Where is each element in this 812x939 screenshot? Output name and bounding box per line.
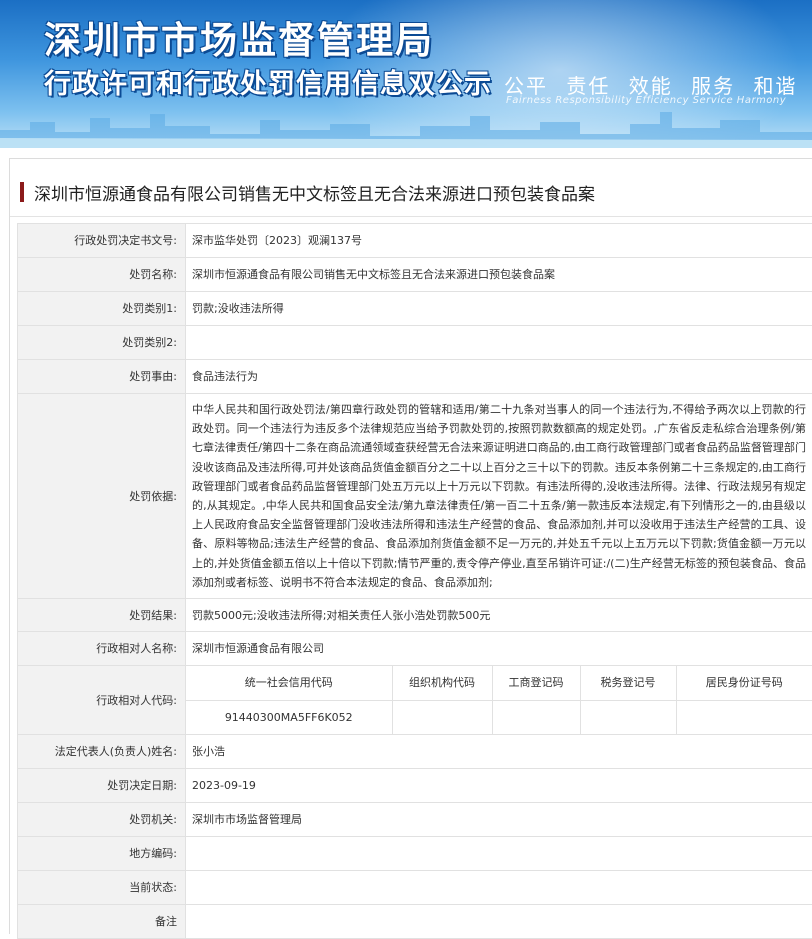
status-value — [186, 871, 812, 905]
field-label: 处罚名称: — [18, 258, 186, 292]
code-header: 居民身份证号码 — [676, 666, 812, 700]
decision-date-value: 2023-09-19 — [186, 769, 812, 803]
table-row: 处罚决定日期: 2023-09-19 — [18, 769, 812, 803]
table-row: 备注 — [18, 905, 812, 939]
party-code-table: 统一社会信用代码 组织机构代码 工商登记码 税务登记号 居民身份证号码 9144… — [186, 666, 812, 734]
case-heading: 深圳市恒源通食品有限公司销售无中文标签且无合法来源进口预包装食品案 — [20, 181, 595, 203]
field-label: 行政相对人名称: — [18, 632, 186, 666]
banner-slogan-en: Fairness Responsibility Efficiency Servi… — [506, 95, 786, 106]
content-panel: 深圳市恒源通食品有限公司销售无中文标签且无合法来源进口预包装食品案 行政处罚决定… — [9, 158, 812, 934]
category1-value: 罚款;没收违法所得 — [186, 292, 812, 326]
credit-code-value: 91440300MA5FF6K052 — [186, 700, 392, 734]
table-row: 当前状态: — [18, 871, 812, 905]
basis-value: 中华人民共和国行政处罚法/第四章行政处罚的管辖和适用/第二十九条对当事人的同一个… — [186, 394, 812, 599]
category2-value — [186, 326, 812, 360]
result-value: 罚款5000元;没收违法所得;对相关责任人张小浩处罚款500元 — [186, 599, 812, 632]
penalty-name-value: 深圳市恒源通食品有限公司销售无中文标签且无合法来源进口预包装食品案 — [186, 258, 812, 292]
code-value-row: 91440300MA5FF6K052 — [186, 700, 812, 734]
header-banner: 深圳市市场监督管理局 行政许可和行政处罚信用信息双公示 公平 责任 效能 服务 … — [0, 0, 812, 148]
table-row: 处罚名称: 深圳市恒源通食品有限公司销售无中文标签且无合法来源进口预包装食品案 — [18, 258, 812, 292]
banner-subtitle: 行政许可和行政处罚信用信息双公示 — [44, 62, 492, 101]
case-title: 深圳市恒源通食品有限公司销售无中文标签且无合法来源进口预包装食品案 — [34, 180, 595, 205]
code-header: 税务登记号 — [580, 666, 676, 700]
area-code-value — [186, 837, 812, 871]
field-label: 行政处罚决定书文号: — [18, 224, 186, 258]
table-row: 处罚类别2: — [18, 326, 812, 360]
field-label: 备注 — [18, 905, 186, 939]
city-skyline-graphic — [0, 100, 812, 148]
field-label: 行政相对人代码: — [18, 666, 186, 735]
table-row: 处罚事由: 食品违法行为 — [18, 360, 812, 394]
table-row: 处罚依据: 中华人民共和国行政处罚法/第四章行政处罚的管辖和适用/第二十九条对当… — [18, 394, 812, 599]
field-label: 处罚依据: — [18, 394, 186, 599]
table-row: 行政相对人名称: 深圳市恒源通食品有限公司 — [18, 632, 812, 666]
field-label: 处罚结果: — [18, 599, 186, 632]
banner-title: 深圳市市场监督管理局 — [44, 10, 434, 64]
id-number-value — [676, 700, 812, 734]
reason-value: 食品违法行为 — [186, 360, 812, 394]
field-label: 地方编码: — [18, 837, 186, 871]
table-row: 处罚结果: 罚款5000元;没收违法所得;对相关责任人张小浩处罚款500元 — [18, 599, 812, 632]
field-label: 处罚类别2: — [18, 326, 186, 360]
field-label: 处罚决定日期: — [18, 769, 186, 803]
code-header-row: 统一社会信用代码 组织机构代码 工商登记码 税务登记号 居民身份证号码 — [186, 666, 812, 700]
party-name-value: 深圳市恒源通食品有限公司 — [186, 632, 812, 666]
legal-rep-value: 张小浩 — [186, 735, 812, 769]
penalty-info-table: 行政处罚决定书文号: 深市监华处罚〔2023〕观澜137号 处罚名称: 深圳市恒… — [17, 223, 812, 939]
decision-number-value: 深市监华处罚〔2023〕观澜137号 — [186, 224, 812, 258]
code-header: 统一社会信用代码 — [186, 666, 392, 700]
business-reg-value — [492, 700, 580, 734]
table-row: 地方编码: — [18, 837, 812, 871]
table-row: 法定代表人(负责人)姓名: 张小浩 — [18, 735, 812, 769]
heading-accent-bar — [20, 182, 24, 202]
divider — [10, 216, 812, 217]
field-label: 当前状态: — [18, 871, 186, 905]
remark-value — [186, 905, 812, 939]
table-row: 行政相对人代码: 统一社会信用代码 组织机构代码 工商登记码 税务登记号 居民身… — [18, 666, 812, 735]
table-row: 行政处罚决定书文号: 深市监华处罚〔2023〕观澜137号 — [18, 224, 812, 258]
party-code-cell: 统一社会信用代码 组织机构代码 工商登记码 税务登记号 居民身份证号码 9144… — [186, 666, 812, 735]
tax-reg-value — [580, 700, 676, 734]
code-header: 工商登记码 — [492, 666, 580, 700]
field-label: 处罚事由: — [18, 360, 186, 394]
code-header: 组织机构代码 — [392, 666, 492, 700]
authority-value: 深圳市市场监督管理局 — [186, 803, 812, 837]
field-label: 处罚类别1: — [18, 292, 186, 326]
table-row: 处罚机关: 深圳市市场监督管理局 — [18, 803, 812, 837]
org-code-value — [392, 700, 492, 734]
field-label: 法定代表人(负责人)姓名: — [18, 735, 186, 769]
field-label: 处罚机关: — [18, 803, 186, 837]
table-row: 处罚类别1: 罚款;没收违法所得 — [18, 292, 812, 326]
